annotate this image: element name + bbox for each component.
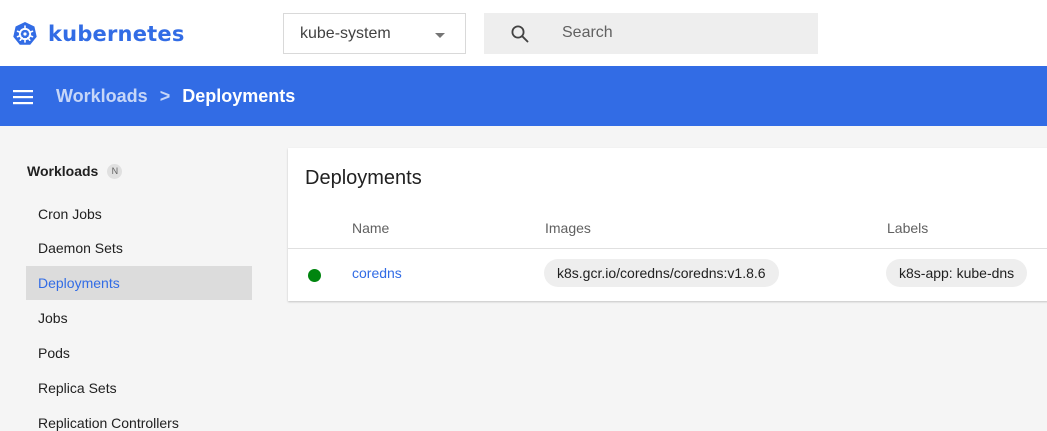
namespace-value: kube-system — [300, 24, 391, 42]
deployment-name-link[interactable]: coredns — [352, 265, 402, 281]
kubernetes-helm-wheel-icon — [13, 22, 37, 45]
top-bar: kubernetes kube-system — [0, 0, 1047, 66]
breadcrumb-workloads[interactable]: Workloads — [56, 86, 148, 107]
column-header-labels: Labels — [887, 220, 929, 236]
status-running-icon — [308, 269, 321, 282]
breadcrumb-deployments: Deployments — [182, 86, 296, 106]
column-header-name[interactable]: Name — [352, 220, 389, 236]
brand-name: kubernetes — [48, 22, 185, 46]
breadcrumb-separator: > — [159, 86, 171, 106]
label-chip: k8s-app: kube-dns — [886, 259, 1028, 287]
sidebar-item-replica-sets[interactable]: Replica Sets — [26, 371, 252, 405]
search-icon — [511, 25, 529, 43]
sidebar-item-pods[interactable]: Pods — [26, 336, 252, 370]
sidebar-item-jobs[interactable]: Jobs — [26, 301, 252, 335]
card-title: Deployments — [305, 167, 422, 189]
breadcrumb: Workloads > Deployments — [56, 86, 295, 107]
sidebar-item-daemon-sets[interactable]: Daemon Sets — [26, 231, 252, 265]
image-chip: k8s.gcr.io/coredns/coredns:v1.8.6 — [544, 259, 779, 287]
sidebar-section-workloads[interactable]: Workloads N — [27, 163, 123, 179]
column-header-images: Images — [545, 220, 591, 236]
menu-icon[interactable] — [10, 87, 36, 107]
search-input[interactable] — [562, 21, 802, 45]
caret-down-icon — [435, 33, 445, 38]
table-row: coredns k8s.gcr.io/coredns/coredns:v1.8.… — [288, 249, 1047, 301]
sidebar-item-replication-controllers[interactable]: Replication Controllers — [26, 406, 252, 431]
deployments-card: Deployments Name Images Labels coredns k… — [288, 148, 1047, 301]
search-box[interactable] — [484, 13, 818, 54]
sidebar: Workloads N Cron Jobs Daemon Sets Deploy… — [0, 126, 270, 431]
page-header: Workloads > Deployments — [0, 66, 1047, 126]
sidebar-item-deployments[interactable]: Deployments — [26, 266, 252, 300]
namespaced-badge: N — [107, 163, 123, 179]
brand[interactable]: kubernetes — [12, 19, 185, 49]
sidebar-item-cron-jobs[interactable]: Cron Jobs — [26, 197, 252, 231]
namespace-select[interactable]: kube-system — [283, 13, 466, 54]
sidebar-section-title: Workloads — [27, 163, 99, 179]
